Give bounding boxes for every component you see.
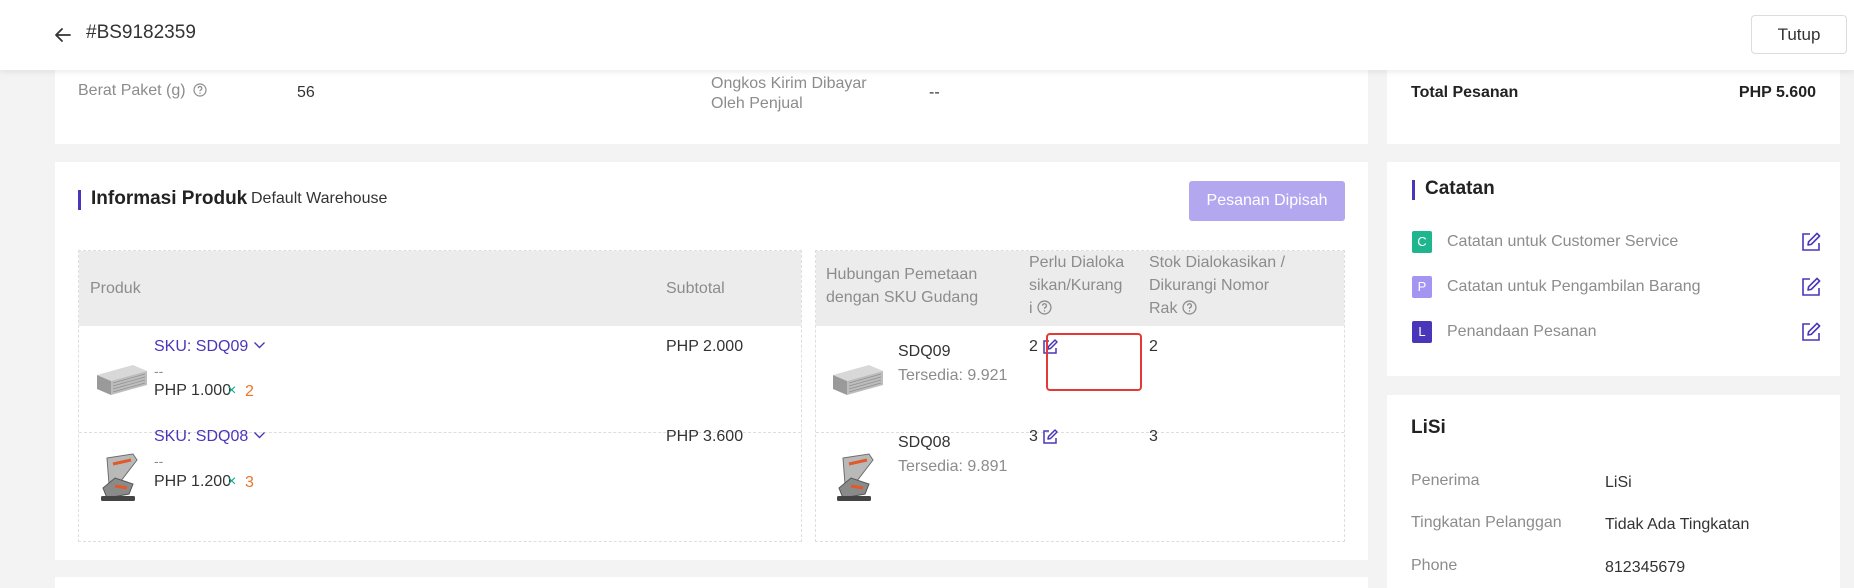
product-variant: --	[154, 453, 164, 469]
page-header: #BS9182359 Tutup	[0, 0, 1854, 70]
note-label[interactable]: Catatan untuk Pengambilan Barang	[1447, 278, 1701, 296]
allocated-stock: 3	[1149, 428, 1158, 445]
note-label[interactable]: Catatan untuk Customer Service	[1447, 233, 1678, 251]
product-variant: --	[154, 363, 164, 379]
product-sku-link[interactable]: SKU: SDQ09	[154, 338, 266, 356]
help-icon[interactable]	[1037, 300, 1052, 315]
allocate-quantity: 3	[1029, 428, 1038, 445]
package-weight-label: Berat Paket (g)	[78, 82, 207, 100]
next-section-card	[55, 577, 1368, 588]
product-sku-link[interactable]: SKU: SDQ08	[154, 428, 266, 446]
product-image-stapler	[101, 453, 138, 501]
product-info-card: Informasi Produk Default Warehouse Pesan…	[55, 162, 1368, 560]
header-mapping: Hubungan Pemetaan dengan SKU Gudang	[826, 266, 979, 306]
header-product: Produk	[90, 280, 141, 297]
product-table-header: Produk Subtotal	[79, 251, 801, 326]
total-value: PHP 5.600	[1738, 84, 1816, 101]
warehouse-sku-image-staples	[833, 365, 883, 395]
total-label: Total Pesanan	[1411, 84, 1519, 101]
close-button[interactable]: Tutup	[1751, 15, 1847, 54]
edit-icon[interactable]	[1800, 231, 1822, 253]
product-subtotal: PHP 3.600	[666, 428, 744, 445]
note-customer-service: C Catatan untuk Customer Service	[1412, 231, 1822, 255]
help-icon[interactable]	[1182, 300, 1197, 315]
warehouse-sku: SDQ09	[898, 343, 951, 360]
product-table: Produk Subtotal SKU: SDQ09 -- PHP 1.000 …	[78, 250, 802, 542]
customer-card: LiSi Penerima LiSi Tingkatan Pelanggan T…	[1387, 395, 1840, 588]
allocate-quantity: 2	[1029, 338, 1038, 355]
product-quantity: 3	[245, 474, 254, 491]
shipping-paid-label: Ongkos Kirim Dibayar Oleh Penjual	[711, 75, 867, 112]
highlight-box	[1046, 333, 1142, 391]
customer-name-title: LiSi	[1411, 417, 1446, 438]
product-subtotal: PHP 2.000	[666, 338, 744, 355]
header-stock: Stok Dialokasikan / Dikurangi Nomor Rak	[1149, 254, 1286, 317]
recipient-value: LiSi	[1605, 474, 1632, 491]
note-order-tag: L Penandaan Pesanan	[1412, 321, 1822, 345]
header-allocate: Perlu Dialokasikan/Kurangi	[1029, 254, 1125, 317]
multiply-sign: ×	[227, 382, 237, 399]
chevron-down-icon[interactable]	[253, 340, 266, 350]
phone-label: Phone	[1411, 557, 1458, 574]
note-badge-l: L	[1412, 321, 1432, 343]
warehouse-mapping-table: Hubungan Pemetaan dengan SKU Gudang Perl…	[815, 250, 1345, 542]
warehouse-sku: SDQ08	[898, 434, 951, 451]
customer-tier-value: Tidak Ada Tingkatan	[1605, 516, 1750, 533]
shipping-paid-value: --	[929, 84, 940, 101]
note-badge-c: C	[1412, 231, 1432, 253]
stock-available: Tersedia: 9.921	[898, 367, 1008, 384]
allocated-stock: 2	[1149, 338, 1158, 355]
edit-icon[interactable]	[1800, 276, 1822, 298]
order-id-title: #BS9182359	[86, 22, 196, 43]
phone-value: 812345679	[1605, 559, 1686, 576]
help-icon[interactable]	[193, 83, 207, 97]
multiply-sign: ×	[227, 473, 237, 490]
package-weight-value: 56	[297, 84, 315, 101]
split-order-button[interactable]: Pesanan Dipisah	[1189, 181, 1345, 221]
edit-icon[interactable]	[1800, 321, 1822, 343]
package-info-card: Berat Paket (g) 56 Ongkos Kirim Dibayar …	[55, 70, 1368, 144]
note-pickup: P Catatan untuk Pengambilan Barang	[1412, 276, 1822, 300]
product-info-title: Informasi Produk	[91, 188, 248, 209]
warehouse-name: Default Warehouse	[251, 190, 388, 207]
section-accent-bar	[78, 190, 81, 210]
chevron-down-icon[interactable]	[253, 430, 266, 440]
mapping-table-header: Hubungan Pemetaan dengan SKU Gudang Perl…	[816, 251, 1344, 326]
recipient-label: Penerima	[1411, 472, 1480, 489]
product-unit-price: PHP 1.000	[154, 382, 232, 399]
note-label[interactable]: Penandaan Pesanan	[1447, 323, 1596, 341]
edit-icon[interactable]	[1041, 428, 1059, 446]
stock-available: Tersedia: 9.891	[898, 458, 1008, 475]
header-subtotal: Subtotal	[666, 280, 725, 297]
product-image-staples	[97, 365, 147, 395]
back-arrow-icon[interactable]	[52, 24, 74, 46]
section-accent-bar	[1412, 180, 1415, 200]
order-total-card: Total Pesanan PHP 5.600	[1387, 70, 1840, 144]
product-unit-price: PHP 1.200	[154, 473, 232, 490]
note-badge-p: P	[1412, 276, 1432, 298]
product-quantity: 2	[245, 383, 254, 400]
row-divider	[816, 432, 1344, 433]
warehouse-sku-image-stapler	[837, 453, 874, 501]
customer-tier-label: Tingkatan Pelanggan	[1411, 514, 1562, 531]
notes-title: Catatan	[1425, 178, 1495, 199]
notes-card: Catatan C Catatan untuk Customer Service…	[1387, 162, 1840, 376]
